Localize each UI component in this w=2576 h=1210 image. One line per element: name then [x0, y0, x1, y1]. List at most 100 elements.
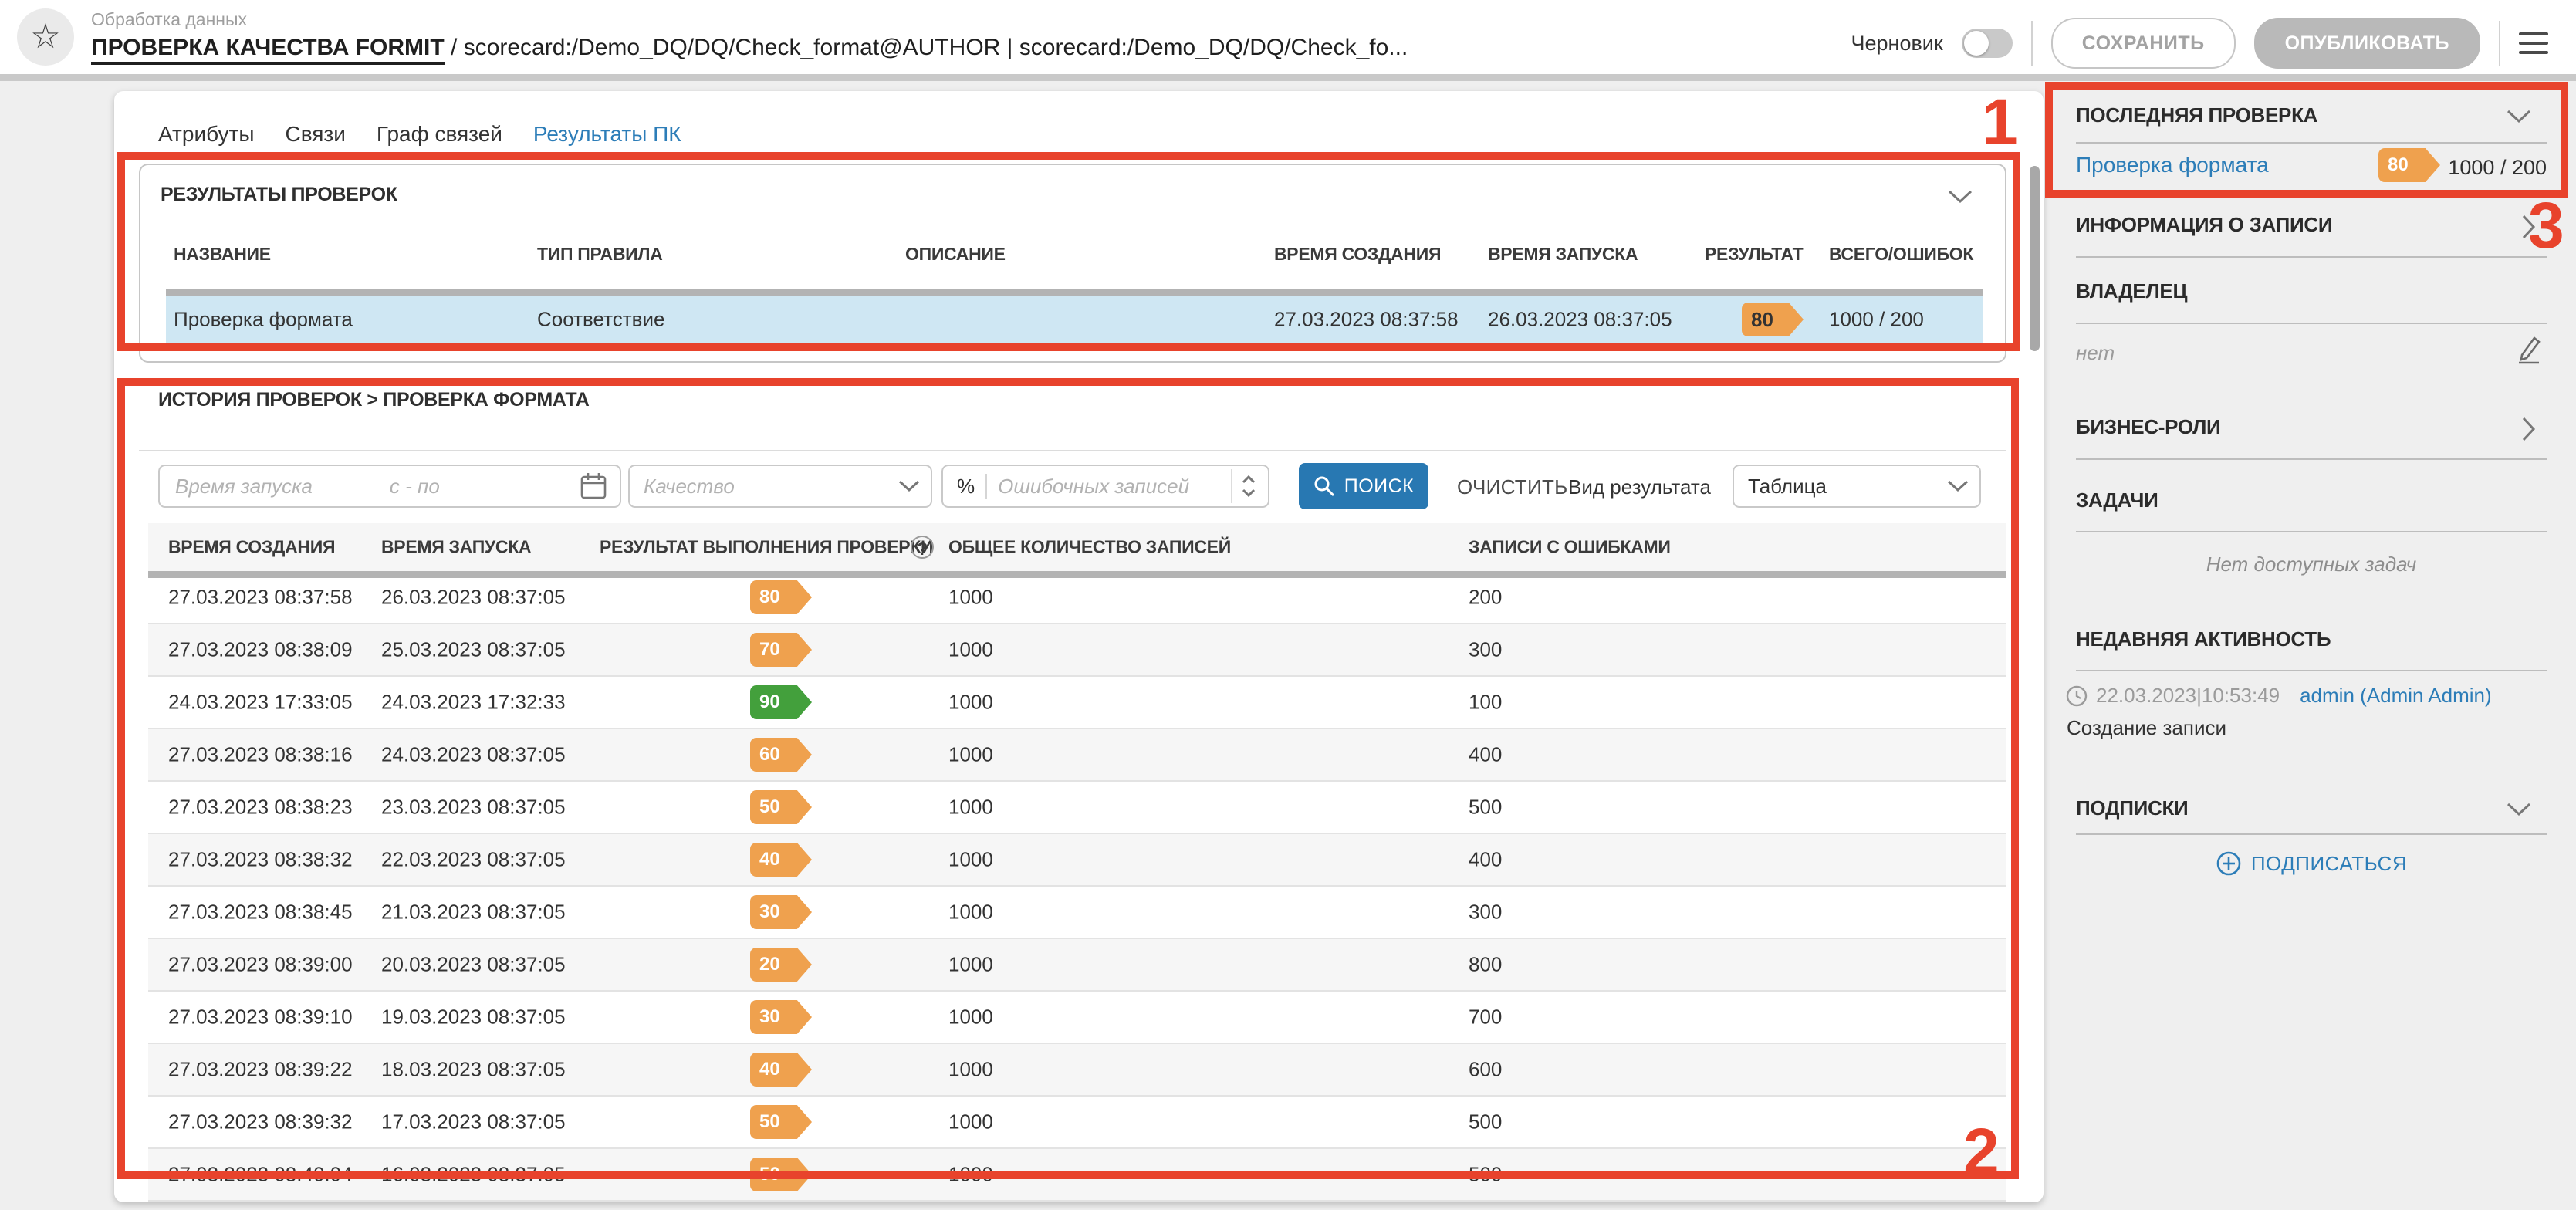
toggle-knob — [1964, 31, 1989, 56]
draft-toggle[interactable] — [1962, 29, 2013, 58]
col-result: РЕЗУЛЬТАТ — [1705, 244, 1803, 265]
quality-filter-select[interactable]: Качество — [628, 465, 932, 508]
favorite-button[interactable]: ☆ — [17, 8, 74, 66]
chevron-down-icon[interactable] — [1948, 190, 1973, 204]
calendar-icon[interactable] — [580, 471, 607, 501]
history-table-body: 27.03.2023 08:37:58 26.03.2023 08:37:05 … — [148, 572, 2006, 1202]
clock-icon — [2065, 684, 2088, 708]
result-badge: 90 — [750, 685, 812, 719]
cell-error-records: 500 — [1469, 1110, 1502, 1134]
col-rule-type: ТИП ПРАВИЛА — [537, 244, 663, 265]
vertical-scrollbar[interactable] — [2030, 166, 2040, 351]
launch-time-placeholder: Время запуска — [175, 475, 313, 499]
chevron-right-icon[interactable] — [2522, 417, 2536, 441]
chevron-right-icon[interactable] — [2522, 215, 2536, 239]
col-total-records: ОБЩЕЕ КОЛИЧЕСТВО ЗАПИСЕЙ — [948, 537, 1231, 558]
col-name: НАЗВАНИЕ — [174, 244, 271, 265]
percent-label: % — [957, 475, 975, 499]
table-row[interactable]: 27.03.2023 08:38:45 21.03.2023 08:37:05 … — [148, 887, 2006, 939]
chevron-down-icon[interactable] — [1242, 488, 1256, 497]
check-results-card: РЕЗУЛЬТАТЫ ПРОВЕРОК НАЗВАНИЕ ТИП ПРАВИЛА… — [139, 164, 2006, 363]
chevron-down-icon[interactable] — [2507, 110, 2531, 123]
result-badge: 30 — [750, 1000, 812, 1034]
table-row[interactable]: 27.03.2023 08:38:16 24.03.2023 08:37:05 … — [148, 729, 2006, 782]
cell-total-records: 1000 — [948, 796, 993, 820]
divider — [2076, 256, 2547, 258]
col-error-records: ЗАПИСИ С ОШИБКАМИ — [1469, 537, 1671, 558]
launch-time-filter[interactable]: Время запуска с - по — [158, 465, 621, 508]
search-button[interactable]: ПОИСК — [1299, 463, 1428, 509]
result-badge: 40 — [750, 843, 812, 877]
divider — [2076, 531, 2547, 532]
clear-button[interactable]: ОЧИСТИТЬ — [1457, 475, 1568, 499]
owner-title: ВЛАДЕЛЕЦ — [2076, 279, 2187, 303]
result-badge: 40 — [750, 1053, 812, 1087]
result-view-label: Вид результата — [1568, 475, 1711, 499]
chevron-down-icon — [898, 480, 920, 492]
subscribe-label: ПОДПИСАТЬСЯ — [2251, 852, 2407, 876]
cell-total-records: 1000 — [948, 848, 993, 872]
horizontal-scrollbar[interactable] — [148, 571, 2006, 578]
cell-total-records: 1000 — [948, 901, 993, 924]
table-row[interactable]: 27.03.2023 08:37:58 26.03.2023 08:37:05 … — [148, 572, 2006, 624]
cell-error-records: 500 — [1469, 796, 1502, 820]
subscribe-button[interactable]: ПОДПИСАТЬСЯ — [2047, 850, 2576, 877]
chevron-down-icon[interactable] — [2507, 803, 2531, 816]
result-badge: 60 — [750, 738, 812, 772]
cell-launched: 24.03.2023 08:37:05 — [381, 743, 566, 767]
table-row[interactable]: 27.03.2023 08:39:22 18.03.2023 08:37:05 … — [148, 1044, 2006, 1097]
activity-user-link[interactable]: admin (Admin Admin) — [2300, 684, 2492, 708]
tab-attributes[interactable]: Атрибуты — [158, 122, 254, 147]
tab-relation-graph[interactable]: Граф связей — [377, 122, 502, 147]
table-row[interactable]: 27.03.2023 08:39:32 17.03.2023 08:37:05 … — [148, 1097, 2006, 1149]
cell-launched: 18.03.2023 08:37:05 — [381, 1058, 566, 1082]
cell-error-records: 800 — [1469, 953, 1502, 977]
cell-launched: 24.03.2023 17:32:33 — [381, 691, 566, 715]
result-badge: 50 — [750, 1158, 812, 1191]
cell-error-records: 500 — [1469, 1163, 1502, 1187]
recent-activity-title: НЕДАВНЯЯ АКТИВНОСТЬ — [2076, 627, 2331, 651]
help-icon[interactable]: ? — [911, 536, 934, 559]
table-row-selected[interactable]: Проверка формата Соответствие 27.03.2023… — [166, 296, 1983, 343]
col-created: ВРЕМЯ СОЗДАНИЯ — [168, 537, 335, 558]
breadcrumb: Обработка данных ПРОВЕРКА КАЧЕСТВА FORMI… — [91, 9, 1408, 61]
cell-launched: 23.03.2023 08:37:05 — [381, 796, 566, 820]
cell-created: 27.03.2023 08:38:09 — [168, 638, 353, 662]
table-row[interactable]: 27.03.2023 08:38:23 23.03.2023 08:37:05 … — [148, 782, 2006, 834]
result-badge: 70 — [750, 633, 812, 667]
breadcrumb-path: / scorecard:/Demo_DQ/DQ/Check_format@AUT… — [445, 35, 1408, 60]
cell-launched: 26.03.2023 08:37:05 — [381, 586, 566, 610]
col-check-result: РЕЗУЛЬТАТ ВЫПОЛНЕНИЯ ПРОВЕРКИ — [600, 537, 933, 558]
chevron-up-icon[interactable] — [1242, 475, 1256, 484]
col-launched: ВРЕМЯ ЗАПУСКА — [381, 537, 531, 558]
table-row[interactable]: 27.03.2023 08:39:00 20.03.2023 08:37:05 … — [148, 939, 2006, 992]
cell-total-records: 1000 — [948, 1163, 993, 1187]
chevron-down-icon — [1947, 480, 1969, 492]
number-stepper[interactable] — [1231, 469, 1265, 503]
divider — [2076, 833, 2547, 835]
cell-created: 27.03.2023 08:37:58 — [168, 586, 353, 610]
col-launched: ВРЕМЯ ЗАПУСКА — [1488, 244, 1638, 265]
tab-bar: Атрибуты Связи Граф связей Результаты ПК — [158, 122, 681, 147]
table-row[interactable]: 27.03.2023 08:39:10 19.03.2023 08:37:05 … — [148, 992, 2006, 1044]
tab-relations[interactable]: Связи — [285, 122, 345, 147]
page-title[interactable]: ПРОВЕРКА КАЧЕСТВА FORMIT — [91, 35, 445, 65]
cell-error-records: 400 — [1469, 848, 1502, 872]
cell-created: 27.03.2023 08:38:16 — [168, 743, 353, 767]
table-row[interactable]: 27.03.2023 08:38:32 22.03.2023 08:37:05 … — [148, 834, 2006, 887]
error-records-filter[interactable]: % Ошибочных записей — [941, 465, 1269, 508]
cell-created: 27.03.2023 08:38:45 — [168, 901, 353, 924]
tab-check-results[interactable]: Результаты ПК — [533, 122, 681, 147]
divider — [985, 474, 987, 499]
table-row[interactable]: 24.03.2023 17:33:05 24.03.2023 17:32:33 … — [148, 677, 2006, 729]
main-panel: Атрибуты Связи Граф связей Результаты ПК… — [114, 91, 2044, 1202]
horizontal-scrollbar[interactable] — [166, 289, 1983, 296]
divider — [2076, 142, 2547, 144]
last-check-link[interactable]: Проверка формата — [2076, 153, 2269, 177]
table-row[interactable]: 27.03.2023 08:40:04 16.03.2023 08:37:05 … — [148, 1149, 2006, 1202]
cell-error-records: 400 — [1469, 743, 1502, 767]
edit-icon[interactable] — [2516, 335, 2542, 364]
table-row[interactable]: 27.03.2023 08:38:09 25.03.2023 08:37:05 … — [148, 624, 2006, 677]
result-view-select[interactable]: Таблица — [1733, 465, 1981, 508]
cell-created: 27.03.2023 08:39:22 — [168, 1058, 353, 1082]
